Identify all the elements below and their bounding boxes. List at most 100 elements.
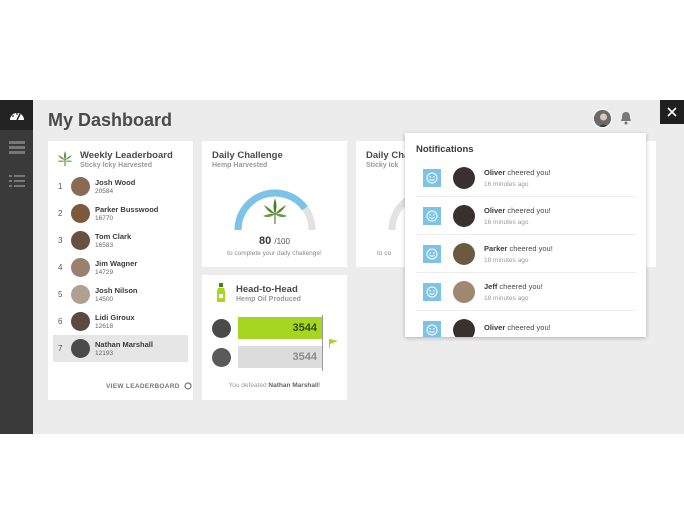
notification-message: Parker cheered you!	[484, 244, 553, 253]
player-score: 14500	[95, 296, 114, 303]
notifications-panel: Notifications Oliver cheered you! 16 minu…	[405, 133, 646, 337]
notification-name: Oliver	[484, 167, 506, 177]
player-score: 12193	[95, 350, 114, 357]
daily-challenge-title: Daily Challenge	[212, 150, 283, 161]
leaderboard-row[interactable]: 4 Jim Wagner 14729	[53, 254, 188, 281]
player-score: 16583	[95, 242, 114, 249]
notification-item[interactable]: Parker cheered you! 18 minutes ago	[416, 235, 636, 273]
daily-challenge-2-title: Daily Cha	[366, 150, 410, 161]
opponent-score-bar: 3544	[238, 346, 322, 368]
refresh-icon	[184, 382, 192, 390]
daily-challenge-subtitle: Hemp Harvested	[212, 162, 268, 169]
inventory-icon	[8, 140, 25, 154]
head-to-head-title: Head-to-Head	[236, 284, 298, 295]
player-name: Josh Wood	[95, 178, 136, 187]
inventory-nav-button[interactable]	[8, 140, 25, 154]
avatar	[71, 231, 90, 250]
notification-text: cheered you!	[505, 323, 551, 332]
player-name: Jim Wagner	[95, 259, 138, 268]
weed-leaf-icon	[57, 151, 73, 166]
daily-challenge-card[interactable]: Daily Challenge Hemp Harvested 80 /100 t…	[202, 141, 347, 267]
list-icon	[8, 174, 25, 187]
notification-message: Jeff cheered you!	[484, 282, 543, 291]
avatar	[71, 312, 90, 331]
notification-item[interactable]: Oliver cheered you! 16 minutes ago	[416, 197, 636, 235]
notification-item[interactable]: Oliver cheered you! 16 minutes ago	[416, 159, 636, 197]
smile-icon	[423, 206, 441, 225]
avatar	[71, 258, 90, 277]
avatar	[453, 204, 475, 227]
avatar	[212, 348, 231, 367]
notifications-list: Oliver cheered you! 16 minutes ago Oliver…	[416, 159, 636, 337]
bottle-icon	[217, 283, 225, 302]
challenge-current: 80	[259, 235, 272, 247]
player-name: Tom Clark	[95, 232, 132, 241]
avatar-photo	[594, 110, 611, 127]
leaderboard-row-current-user[interactable]: 7 Nathan Marshall 12193	[53, 335, 188, 362]
dashboard-icon	[9, 113, 24, 121]
leaderboard-card: Weekly Leaderboard Sticky Icky Harvested…	[48, 141, 193, 400]
avatar	[453, 318, 475, 337]
avatar	[71, 285, 90, 304]
notification-time: 18 minutes ago	[484, 294, 529, 302]
player-name: Lidi Giroux	[95, 313, 135, 322]
leaderboard-title: Weekly Leaderboard	[80, 150, 173, 161]
leaderboard-row[interactable]: 3 Tom Clark 16583	[53, 227, 188, 254]
player-name: Josh Nilson	[95, 286, 138, 295]
player-score: 14729	[95, 269, 114, 276]
notification-item[interactable]: Oliver cheered you!	[416, 311, 636, 337]
smile-icon	[423, 168, 441, 187]
player-name: Parker Busswood	[95, 205, 159, 214]
avatar	[71, 204, 90, 223]
head-to-head-card[interactable]: Head-to-Head Hemp Oil Produced 3544 3544…	[202, 275, 347, 400]
notification-message: Oliver cheered you!	[484, 206, 551, 215]
player-score: 16770	[95, 215, 114, 222]
rank: 3	[58, 236, 63, 245]
leaderboard-row[interactable]: 5 Josh Nilson 14500	[53, 281, 188, 308]
notification-message: Oliver cheered you!	[484, 323, 551, 332]
notification-name: Parker	[484, 243, 508, 253]
leaderboard-row[interactable]: 1 Josh Wood 20584	[53, 173, 188, 200]
notification-time: 16 minutes ago	[484, 180, 529, 188]
notification-name: Oliver	[484, 323, 506, 332]
avatar	[453, 242, 475, 265]
notification-name: Oliver	[484, 205, 506, 215]
result-opponent: Nathan Marshall	[268, 382, 319, 389]
leaderboard-row[interactable]: 6 Lidi Giroux 12618	[53, 308, 188, 335]
dashboard-nav-button[interactable]	[0, 100, 33, 130]
user-avatar[interactable]	[593, 109, 612, 128]
close-button[interactable]	[660, 100, 684, 124]
notifications-title: Notifications	[416, 144, 474, 155]
avatar	[71, 339, 90, 358]
leaderboard-row[interactable]: 2 Parker Busswood 16770	[53, 200, 188, 227]
rank: 6	[58, 317, 63, 326]
notification-time: 16 minutes ago	[484, 218, 529, 226]
notification-text: cheered you!	[497, 281, 543, 291]
rank: 1	[58, 182, 63, 191]
avatar	[453, 166, 475, 189]
notifications-button[interactable]	[619, 111, 633, 126]
player-name: Nathan Marshall	[95, 340, 153, 349]
daily-challenge-2-subtitle: Sticky Ick	[366, 162, 399, 169]
rank: 4	[58, 263, 63, 272]
avatar	[212, 319, 231, 338]
leaderboard-list: 1 Josh Wood 20584 2 Parker Busswood 16770 …	[53, 173, 188, 362]
smile-icon	[423, 282, 441, 301]
player-score: 12618	[95, 323, 114, 330]
bell-icon	[621, 112, 631, 125]
left-rail	[0, 100, 33, 434]
rank: 7	[58, 344, 63, 353]
avatar	[71, 177, 90, 196]
notification-text: cheered you!	[505, 167, 551, 177]
list-nav-button[interactable]	[8, 174, 25, 188]
finish-line	[322, 315, 323, 371]
smile-icon	[423, 320, 441, 337]
flag-icon	[329, 339, 338, 348]
page-title: My Dashboard	[48, 110, 173, 130]
view-leaderboard-link[interactable]: VIEW LEADERBOARD	[106, 382, 192, 390]
notification-item[interactable]: Jeff cheered you! 18 minutes ago	[416, 273, 636, 311]
rank: 2	[58, 209, 63, 218]
result-prefix: You defeated	[228, 382, 269, 389]
notification-message: Oliver cheered you!	[484, 168, 551, 177]
view-leaderboard-label: VIEW LEADERBOARD	[106, 382, 180, 390]
